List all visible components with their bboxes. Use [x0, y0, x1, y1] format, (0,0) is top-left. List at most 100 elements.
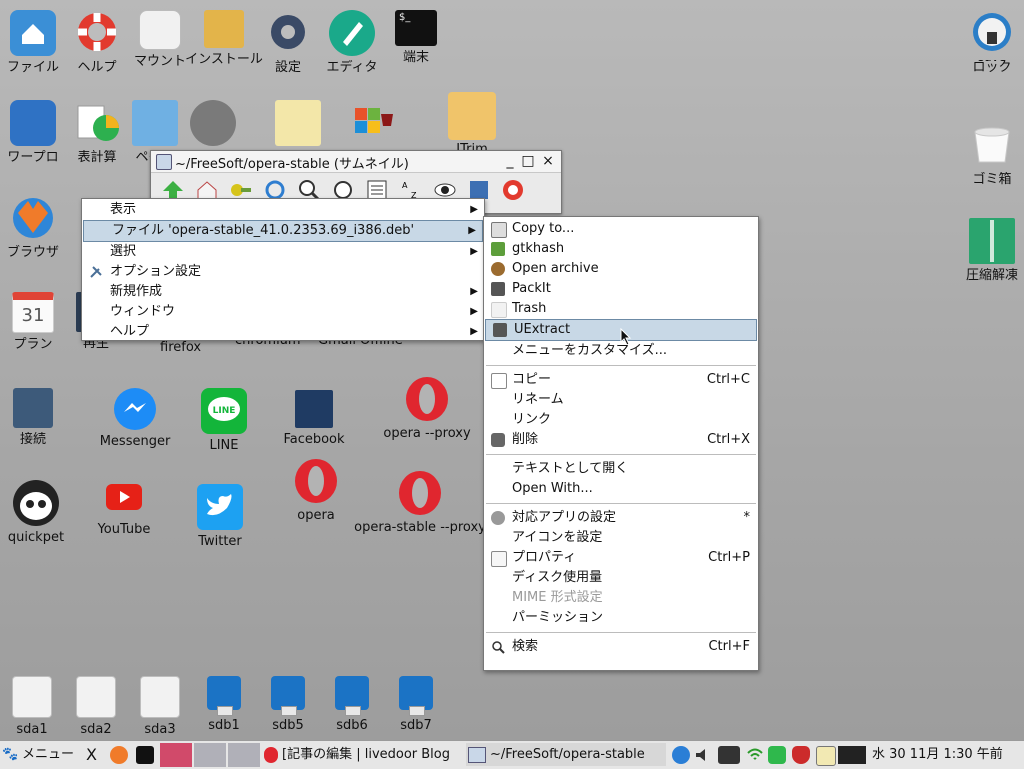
task-button-blog[interactable]: [記事の編集 | livedoor Blog [264, 743, 464, 766]
wifi-icon[interactable] [746, 746, 764, 764]
minimize-button[interactable]: _ [501, 152, 519, 170]
desktop-pager-2[interactable] [194, 743, 226, 767]
lock-save-icon [969, 10, 1015, 56]
desktop-icon-label: ブラウザ [6, 245, 59, 260]
menu-item-app-settings[interactable]: 対応アプリの設定 * [484, 508, 758, 528]
speaker-icon[interactable] [694, 746, 712, 764]
menu-item-help[interactable]: ヘルプ ▶ [82, 322, 484, 342]
menu-item-trash[interactable]: Trash [484, 299, 758, 319]
desktop-icon-opera-stable-proxy[interactable]: opera-stable --proxy [346, 470, 494, 535]
menu-item-file[interactable]: ファイル 'opera-stable_41.0.2353.69_i386.deb… [83, 220, 483, 242]
menu-item-packit[interactable]: PackIt [484, 279, 758, 299]
opera-icon [293, 458, 339, 504]
menu-item-delete[interactable]: 削除 Ctrl+X [484, 430, 758, 450]
submenu-arrow-icon: ▶ [470, 204, 478, 215]
menu-item-new[interactable]: 新規作成 ▶ [82, 282, 484, 302]
desktop-icon-facebook[interactable]: Facebook [266, 390, 362, 447]
maximize-button[interactable]: □ [519, 152, 537, 170]
menu-item-label: 対応アプリの設定 [512, 510, 617, 525]
menu-item-window[interactable]: ウィンドウ ▶ [82, 302, 484, 322]
desktop-icon-browser[interactable]: ブラウザ [0, 195, 81, 260]
opera-icon [397, 470, 443, 516]
lifebuoy-icon[interactable] [501, 178, 525, 202]
close-button[interactable]: × [539, 152, 557, 170]
folder-window-icon [156, 154, 172, 170]
chrome-icon[interactable] [672, 746, 690, 764]
desktop-icon-quickpet[interactable]: quickpet [0, 480, 84, 545]
task-button-file-manager[interactable]: ~/FreeSoft/opera-stable [466, 743, 666, 766]
desktop-icon-twitter[interactable]: Twitter [172, 484, 268, 549]
menu-item-label: 表示 [110, 202, 137, 217]
start-menu-label: メニュー [22, 747, 75, 762]
desktop-icon-label: Messenger [99, 434, 171, 449]
submenu-arrow-icon: ▶ [468, 225, 476, 236]
fox-browser-icon[interactable] [110, 746, 128, 764]
drive-icon [139, 10, 181, 50]
terminal-icon: $_ [395, 10, 437, 46]
menu-item-open-with[interactable]: Open With... [484, 479, 758, 499]
menu-separator [486, 454, 756, 455]
menu-item-customize[interactable]: メニューをカスタマイズ... [484, 341, 758, 361]
disk-usage-icon[interactable] [768, 746, 786, 764]
notepad-pencil-icon [275, 100, 321, 146]
menu-item-open-as-text[interactable]: テキストとして開く [484, 459, 758, 479]
terminal-icon[interactable] [136, 746, 154, 764]
submenu-arrow-icon: ▶ [470, 306, 478, 317]
menu-item-copy[interactable]: コピー Ctrl+C [484, 370, 758, 390]
submenu-arrow-icon: ▶ [470, 286, 478, 297]
package-box-icon [204, 10, 244, 48]
packit-icon [491, 282, 505, 296]
desktop-icon-opera-proxy[interactable]: opera --proxy [364, 376, 490, 441]
desktop-icon-line[interactable]: LINE LINE [176, 388, 272, 453]
menu-item-label: メニューをカスタマイズ... [512, 343, 668, 358]
menu-item-label: オプション設定 [110, 264, 202, 279]
desktop-icon-sdb7[interactable]: sdb7 [368, 676, 464, 733]
menu-item-label: パーミッション [512, 610, 604, 625]
ethernet-port-icon [13, 388, 53, 428]
file-submenu: Copy to... gtkhash Open archive PackIt T… [483, 216, 759, 671]
uextract-icon [493, 323, 507, 337]
desktop-icon-messenger[interactable]: Messenger [87, 388, 183, 449]
desktop-icon-terminal[interactable]: $_ 端末 [368, 10, 464, 65]
menu-item-label: PackIt [512, 281, 551, 296]
menu-item-view[interactable]: 表示 ▶ [82, 200, 484, 220]
desktop-pager-3[interactable] [228, 743, 260, 767]
window-title: ~/FreeSoft/opera-stable (サムネイル) [175, 157, 409, 172]
menu-item-open-archive[interactable]: Open archive [484, 259, 758, 279]
youtube-icon [106, 484, 142, 510]
opera-icon [404, 376, 450, 422]
menu-item-select[interactable]: 選択 ▶ [82, 242, 484, 262]
menu-item-disk-usage[interactable]: ディスク使用量 [484, 568, 758, 588]
menu-item-options[interactable]: オプション設定 [82, 262, 484, 282]
desktop-icon-youtube[interactable]: YouTube [76, 484, 172, 537]
start-menu-button[interactable]: 🐾 メニュー [2, 743, 82, 766]
keyboard-icon[interactable] [718, 746, 740, 764]
notes-icon[interactable] [816, 746, 836, 766]
menu-item-set-icon[interactable]: アイコンを設定 [484, 528, 758, 548]
menu-item-permissions[interactable]: パーミッション [484, 608, 758, 628]
desktop-icon-itrim[interactable]: ITrim [424, 92, 520, 157]
menu-item-rename[interactable]: リネーム [484, 390, 758, 410]
x-close-icon[interactable]: X [86, 746, 104, 764]
menu-item-link[interactable]: リンク [484, 410, 758, 430]
desktop-icon-trash[interactable]: ゴミ箱 [944, 122, 1024, 187]
firefox-label[interactable]: firefox [160, 340, 201, 355]
menu-item-search[interactable]: 検索 Ctrl+F [484, 637, 758, 657]
window-titlebar[interactable]: ~/FreeSoft/opera-stable (サムネイル) _ □ × [151, 151, 561, 173]
menu-item-uextract[interactable]: UExtract [485, 319, 757, 346]
clock[interactable]: 水 30 11月 1:30 午前 [872, 743, 1022, 766]
menu-item-properties[interactable]: プロパティ Ctrl+P [484, 548, 758, 568]
desktop-icon-label: quickpet [7, 530, 65, 545]
context-menu: 表示 ▶ ファイル 'opera-stable_41.0.2353.69_i386… [81, 198, 485, 341]
menu-item-copy-to[interactable]: Copy to... [484, 219, 758, 239]
drive-icon [12, 676, 52, 718]
desktop-icon-extract[interactable]: 圧縮解凍 [944, 218, 1024, 283]
desktop-icon-network[interactable]: 接続 [0, 388, 81, 447]
desktop-pager-1[interactable] [160, 743, 192, 767]
menu-item-gtkhash[interactable]: gtkhash [484, 239, 758, 259]
desktop-icon-lock[interactable]: ロック save [944, 10, 1024, 75]
menu-item-label: 検索 [512, 639, 539, 654]
firewall-shield-icon[interactable] [792, 746, 810, 764]
fox-browser-icon [10, 195, 56, 241]
pie-chart-icon [74, 100, 120, 146]
